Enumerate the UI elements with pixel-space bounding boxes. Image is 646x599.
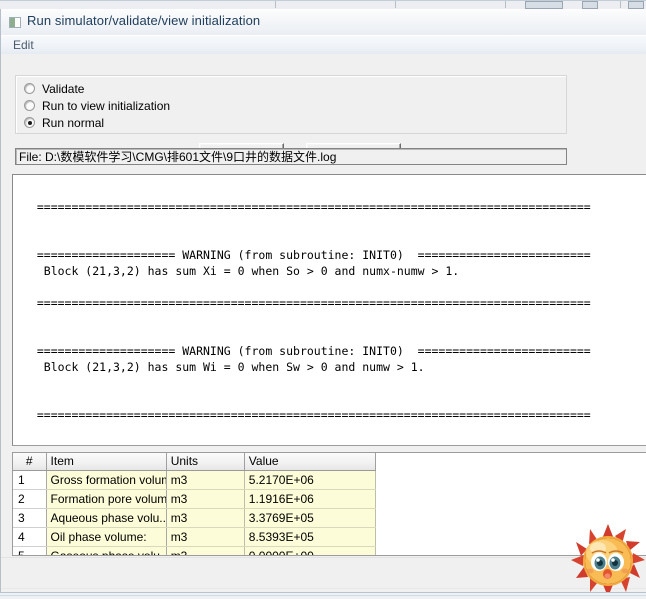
cell-units: m3 xyxy=(166,489,245,509)
cell-row-number: 2 xyxy=(13,489,47,509)
cell-value: 5.2170E+06 xyxy=(244,470,377,490)
dialog-titlebar[interactable]: Run simulator/validate/view initializati… xyxy=(1,9,646,36)
cell-item: Aqueous phase volu... xyxy=(46,508,167,528)
table-header-row: # Item Units Value xyxy=(13,453,377,471)
cell-units: m3 xyxy=(166,508,245,528)
frame-highlight xyxy=(0,595,646,596)
cell-row-number: 3 xyxy=(13,508,47,528)
parent-window-bottom-frame xyxy=(0,592,646,599)
cell-units: m3 xyxy=(166,527,245,547)
menubar: Edit xyxy=(1,35,646,56)
radio-run-to-view-initialization-label: Run to view initialization xyxy=(42,98,171,113)
cell-row-number: 4 xyxy=(13,527,47,547)
cell-value: 0.0000E+00 xyxy=(244,546,377,555)
radio-option-validate[interactable]: Validate xyxy=(24,80,84,97)
cell-row-number: 1 xyxy=(13,470,47,490)
cell-units: m3 xyxy=(166,546,245,555)
cell-item: Gaseous phase volu... xyxy=(46,546,167,555)
chrome-divider-1 xyxy=(275,1,276,8)
cell-item: Oil phase volume: xyxy=(46,527,167,547)
initialization-results-panel[interactable]: # Item Units Value 1 Gross formation vol… xyxy=(12,452,646,556)
cell-item: Gross formation volume: xyxy=(46,470,167,490)
table-row[interactable]: 5 Gaseous phase volu... m3 0.0000E+00 xyxy=(13,546,377,555)
chrome-button-a[interactable] xyxy=(582,1,598,9)
run-simulator-dialog: Run simulator/validate/view initializati… xyxy=(0,9,646,595)
menu-item-edit[interactable]: Edit xyxy=(10,38,37,52)
radio-validate-label: Validate xyxy=(42,81,85,96)
radio-run-normal-label: Run normal xyxy=(42,115,105,130)
cell-item: Formation pore volume: xyxy=(46,489,167,509)
table-row[interactable]: 3 Aqueous phase volu... m3 3.3769E+05 xyxy=(13,508,377,528)
radio-run-to-view-initialization-indicator[interactable] xyxy=(24,100,35,111)
table-row[interactable]: 1 Gross formation volume: m3 5.2170E+06 xyxy=(13,470,377,490)
table-row[interactable]: 4 Oil phase volume: m3 8.5393E+05 xyxy=(13,527,377,547)
log-output-pane[interactable]: ========================================… xyxy=(12,174,646,446)
column-header-units[interactable]: Units xyxy=(166,453,245,471)
radio-run-normal-indicator[interactable] xyxy=(24,117,35,128)
chrome-divider-2 xyxy=(395,1,396,8)
chrome-scroll-thumb[interactable] xyxy=(525,1,563,9)
column-header-item[interactable]: Item xyxy=(46,453,167,471)
chrome-divider-3 xyxy=(505,1,506,8)
table-row[interactable]: 2 Formation pore volume: m3 1.1916E+06 xyxy=(13,489,377,509)
run-mode-groupbox: Validate Run to view initialization Run … xyxy=(15,75,567,134)
dialog-title: Run simulator/validate/view initializati… xyxy=(27,13,261,28)
chrome-button-b[interactable] xyxy=(628,1,644,9)
column-header-value[interactable]: Value xyxy=(244,453,377,471)
radio-option-run-normal[interactable]: Run normal xyxy=(24,114,104,131)
dialog-content: Validate Run to view initialization Run … xyxy=(1,54,646,595)
log-output-text: ========================================… xyxy=(36,200,591,422)
cell-units: m3 xyxy=(166,470,245,490)
cell-value: 3.3769E+05 xyxy=(244,508,377,528)
screenshot-root: Run simulator/validate/view initializati… xyxy=(0,0,646,599)
chrome-divider-4 xyxy=(620,1,621,8)
initialization-results-table: # Item Units Value 1 Gross formation vol… xyxy=(13,453,377,555)
cell-value: 1.1916E+06 xyxy=(244,489,377,509)
radio-option-run-to-view-initialization[interactable]: Run to view initialization xyxy=(24,97,170,114)
column-header-num[interactable]: # xyxy=(13,453,47,471)
app-window-icon xyxy=(9,17,21,28)
radio-validate-indicator[interactable] xyxy=(24,83,35,94)
cell-row-number: 5 xyxy=(13,546,47,555)
panel-divider xyxy=(1,557,646,558)
log-file-path-field: File: D:\数模软件学习\CMG\排601文件\9口井的数据文件.log xyxy=(15,148,567,165)
cell-value: 8.5393E+05 xyxy=(244,527,377,547)
